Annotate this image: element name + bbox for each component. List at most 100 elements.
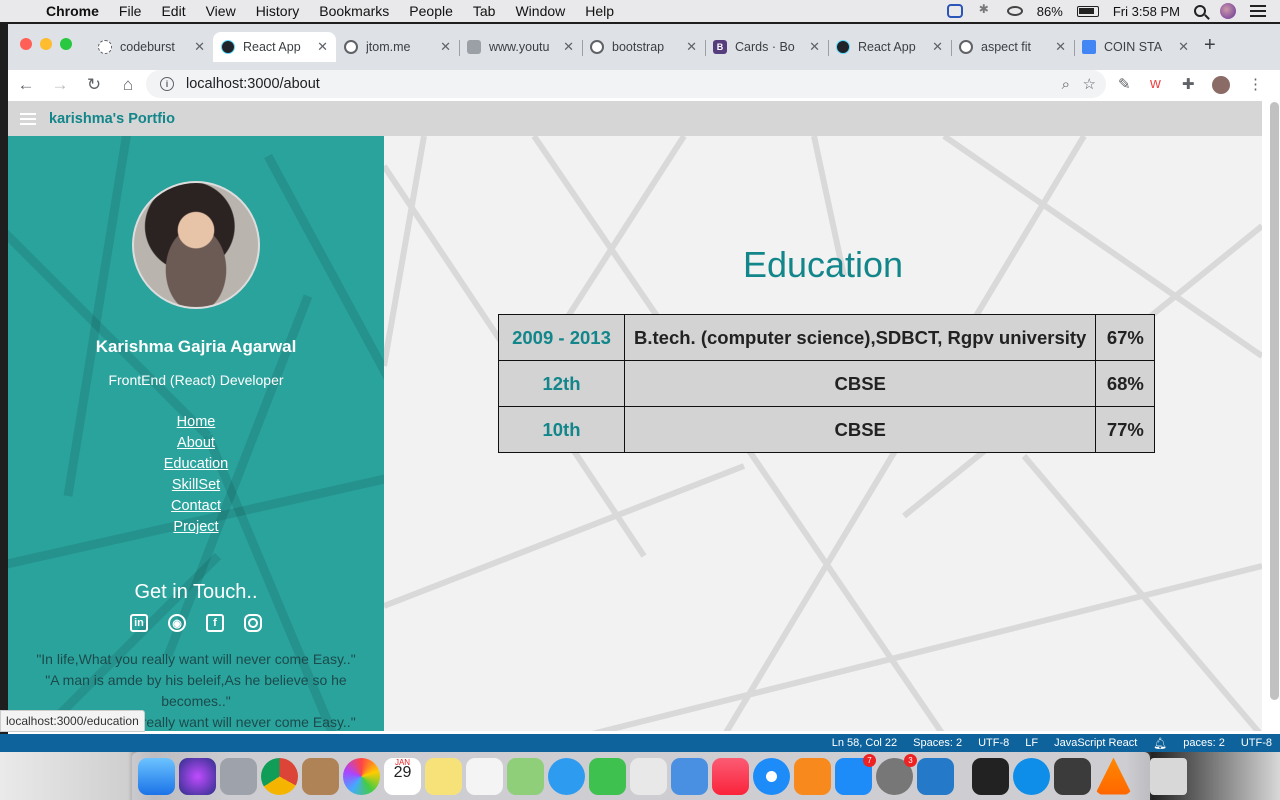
menu-bookmarks[interactable]: Bookmarks	[309, 3, 399, 19]
nav-link-contact[interactable]: Contact	[171, 498, 221, 514]
back-icon[interactable]: ←	[16, 75, 36, 95]
battery-icon[interactable]	[1076, 5, 1099, 17]
indentation-secondary[interactable]: paces: 2	[1183, 737, 1225, 749]
indentation[interactable]: Spaces: 2	[913, 737, 962, 749]
cursor-position[interactable]: Ln 58, Col 22	[832, 737, 897, 749]
zoom-icon[interactable]: ⌕	[1062, 76, 1070, 93]
facebook-icon[interactable]: f	[206, 614, 224, 632]
close-tab-icon[interactable]: ✕	[809, 39, 820, 55]
browser-tab[interactable]: React App ✕	[828, 32, 951, 62]
menu-file[interactable]: File	[109, 3, 152, 19]
eyedropper-extension-icon[interactable]: ✎	[1118, 75, 1131, 93]
bluetooth-icon[interactable]	[977, 2, 993, 18]
menu-app-name[interactable]: Chrome	[36, 3, 109, 19]
menu-edit[interactable]: Edit	[151, 3, 195, 19]
vlc-icon[interactable]	[1095, 757, 1132, 795]
close-tab-icon[interactable]: ✕	[932, 39, 943, 55]
minimize-window-button[interactable]	[40, 38, 52, 50]
browser-tab[interactable]: COIN STA ✕	[1074, 32, 1197, 62]
calendar-icon[interactable]: JAN 29	[384, 757, 421, 795]
menu-view[interactable]: View	[196, 3, 246, 19]
close-tab-icon[interactable]: ✕	[1055, 39, 1066, 55]
contacts-icon[interactable]	[302, 757, 339, 795]
site-info-icon[interactable]: i	[160, 77, 174, 91]
menu-history[interactable]: History	[246, 3, 310, 19]
siri-icon[interactable]	[1220, 3, 1236, 19]
safari-icon[interactable]	[753, 757, 790, 795]
brand-title[interactable]: karishma's Portfio	[49, 111, 175, 127]
browser-tab[interactable]: www.youtu ✕	[459, 32, 582, 62]
browser-tab-active[interactable]: React App ✕	[213, 32, 336, 62]
sublime-text-icon[interactable]	[1054, 757, 1091, 795]
menu-tab[interactable]: Tab	[463, 3, 506, 19]
terminal-icon[interactable]	[972, 757, 1009, 795]
nav-link-skillset[interactable]: SkillSet	[172, 477, 220, 493]
home-icon[interactable]: ⌂	[118, 75, 138, 95]
browser-tab[interactable]: bootstrap ✕	[582, 32, 705, 62]
bookmark-star-icon[interactable]: ☆	[1083, 75, 1096, 93]
reminders-icon[interactable]	[466, 757, 503, 795]
extensions-puzzle-icon[interactable]: ✚	[1182, 75, 1195, 93]
browser-tab[interactable]: codeburst ✕	[90, 32, 213, 62]
nav-link-home[interactable]: Home	[177, 414, 216, 430]
messages-icon[interactable]	[548, 757, 585, 795]
new-tab-button[interactable]: +	[1204, 34, 1216, 57]
encoding-secondary[interactable]: UTF-8	[1241, 737, 1272, 749]
system-preferences-icon[interactable]: 3	[876, 753, 917, 795]
close-tab-icon[interactable]: ✕	[1178, 39, 1189, 55]
menu-help[interactable]: Help	[575, 3, 624, 19]
close-tab-icon[interactable]: ✕	[317, 39, 328, 55]
notification-center-icon[interactable]	[1250, 5, 1266, 17]
music-icon[interactable]	[712, 757, 749, 795]
chrome-icon[interactable]	[261, 757, 298, 795]
line-ending[interactable]: LF	[1025, 737, 1038, 749]
profile-avatar-icon[interactable]	[1212, 76, 1230, 94]
keynote-icon[interactable]	[671, 757, 708, 795]
language-mode[interactable]: JavaScript React	[1054, 737, 1137, 749]
browser-tab[interactable]: aspect fit ✕	[951, 32, 1074, 62]
linkedin-icon[interactable]: in	[130, 614, 148, 632]
page-scrollbar[interactable]	[1270, 102, 1279, 700]
hamburger-menu-icon[interactable]	[20, 112, 36, 125]
instagram-icon[interactable]	[244, 614, 262, 632]
control-icon[interactable]	[1006, 6, 1023, 16]
github-icon[interactable]: ◉	[168, 614, 186, 632]
teamviewer-icon[interactable]	[1013, 757, 1050, 795]
encoding[interactable]: UTF-8	[978, 737, 1009, 749]
browser-tab[interactable]: jtom.me ✕	[336, 32, 459, 62]
menu-people[interactable]: People	[399, 3, 463, 19]
siri-icon[interactable]	[179, 757, 216, 795]
vscode-icon[interactable]	[917, 757, 954, 795]
teamviewer-icon[interactable]	[946, 4, 963, 18]
chrome-menu-icon[interactable]: ⋮	[1248, 75, 1263, 93]
nav-link-project[interactable]: Project	[173, 519, 218, 535]
menubar-clock[interactable]: Fri 3:58 PM	[1113, 4, 1180, 19]
close-tab-icon[interactable]: ✕	[440, 39, 451, 55]
nav-link-education[interactable]: Education	[164, 456, 229, 472]
launchpad-icon[interactable]	[220, 757, 257, 795]
trash-icon[interactable]	[1150, 757, 1187, 795]
battery-percent[interactable]: 86%	[1037, 4, 1063, 19]
books-icon[interactable]	[794, 757, 831, 795]
wappalyzer-extension-icon[interactable]: w	[1150, 75, 1161, 92]
notes-icon[interactable]	[425, 757, 462, 795]
finder-icon[interactable]	[138, 757, 175, 795]
address-bar[interactable]: i localhost:3000/about ⌕ ☆	[146, 70, 1106, 98]
maps-icon[interactable]	[507, 757, 544, 795]
close-tab-icon[interactable]: ✕	[686, 39, 697, 55]
app-store-icon[interactable]: 7	[835, 753, 876, 795]
close-tab-icon[interactable]: ✕	[563, 39, 574, 55]
close-tab-icon[interactable]: ✕	[194, 39, 205, 55]
close-window-button[interactable]	[20, 38, 32, 50]
facetime-icon[interactable]	[589, 757, 626, 795]
bell-icon[interactable]: 🔔︎	[1153, 737, 1167, 750]
numbers-icon[interactable]	[630, 757, 667, 795]
forward-icon[interactable]: →	[50, 75, 70, 95]
zoom-window-button[interactable]	[60, 38, 72, 50]
photos-icon[interactable]	[343, 757, 380, 795]
browser-tab[interactable]: B Cards · Bo ✕	[705, 32, 828, 62]
spotlight-icon[interactable]	[1194, 5, 1206, 17]
url-text[interactable]: localhost:3000/about	[186, 76, 320, 92]
reload-icon[interactable]: ↻	[84, 75, 104, 95]
nav-link-about[interactable]: About	[177, 435, 215, 451]
